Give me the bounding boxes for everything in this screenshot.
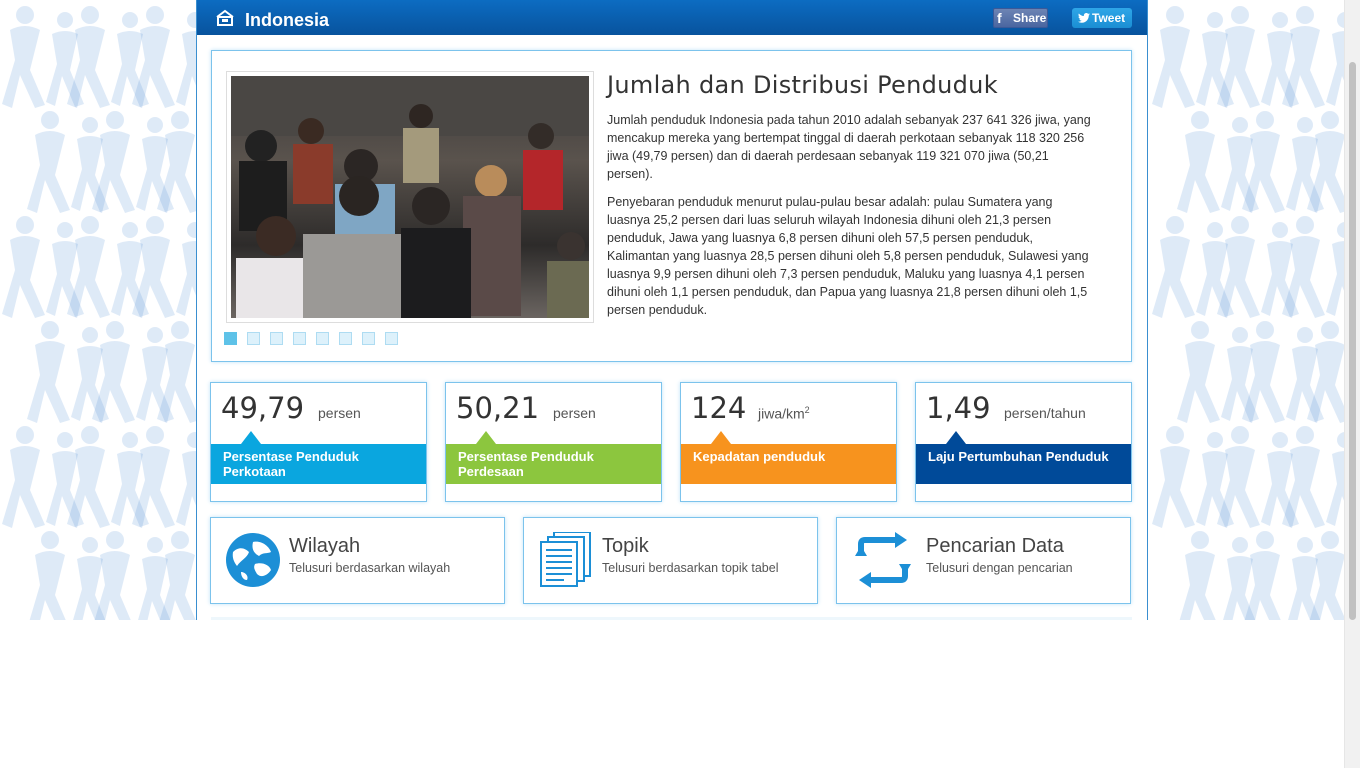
stat-label: Persentase Penduduk Perkotaan: [211, 444, 426, 484]
stat-card-density[interactable]: 124 jiwa/km2 Kepadatan penduduk: [680, 382, 897, 502]
stat-label: Laju Pertumbuhan Penduduk: [916, 444, 1131, 484]
people-watermark-icon: [1280, 210, 1345, 320]
feature-slide: Jumlah dan Distribusi Penduduk Jumlah pe…: [211, 50, 1132, 362]
nav-subtitle: Telusuri berdasarkan topik tabel: [602, 561, 779, 575]
section-divider: [211, 617, 1132, 620]
stat-unit-sup: 2: [804, 405, 810, 415]
slide-dot[interactable]: [270, 332, 283, 345]
slide-dot[interactable]: [247, 332, 260, 345]
slide-dot[interactable]: [293, 332, 306, 345]
people-watermark-icon: [1305, 105, 1345, 215]
slide-dot[interactable]: [224, 332, 237, 345]
refresh-arrows-icon: [851, 532, 911, 588]
nav-title: Pencarian Data: [926, 535, 1064, 557]
facebook-share-button[interactable]: f Share: [993, 8, 1048, 28]
scrollbar-thumb[interactable]: [1349, 62, 1356, 620]
stat-unit: persen/tahun: [1004, 405, 1086, 421]
stat-value: 49,79: [221, 391, 305, 425]
twitter-bird-icon: [1078, 13, 1090, 23]
stat-label: Kepadatan penduduk: [681, 444, 896, 484]
top-bar: Indonesia f Share Tweet: [197, 0, 1147, 35]
people-watermark-icon: [1305, 525, 1345, 620]
slide-pager: [224, 332, 398, 345]
vertical-scrollbar[interactable]: [1344, 0, 1360, 768]
slide-dot[interactable]: [339, 332, 352, 345]
globe-icon: [225, 532, 281, 588]
pointer-arrow-icon: [241, 431, 261, 444]
nav-subtitle: Telusuri berdasarkan wilayah: [289, 561, 451, 575]
stat-unit: persen: [318, 405, 361, 421]
pointer-arrow-icon: [476, 431, 496, 444]
nav-card-topik[interactable]: Topik Telusuri berdasarkan topik tabel: [523, 517, 818, 604]
share-label: Share: [1013, 11, 1047, 25]
pointer-arrow-icon: [711, 431, 731, 444]
pointer-arrow-icon: [946, 431, 966, 444]
slide-dot[interactable]: [316, 332, 329, 345]
stat-unit-text: jiwa/km: [758, 405, 805, 422]
stat-value: 50,21: [456, 391, 540, 425]
slide-dot[interactable]: [362, 332, 375, 345]
nav-card-wilayah[interactable]: Wilayah Telusuri berdasarkan wilayah: [210, 517, 505, 604]
home-building-icon: [215, 9, 235, 32]
stat-label: Persentase Penduduk Perdesaan: [446, 444, 661, 484]
facebook-icon: f: [997, 10, 1002, 26]
feature-title: Jumlah dan Distribusi Penduduk: [607, 71, 998, 99]
feature-paragraph-2: Penyebaran penduduk menurut pulau-pulau …: [607, 195, 1089, 317]
people-watermark-icon: [1280, 420, 1345, 530]
nav-card-pencarian[interactable]: Pencarian Data Telusuri dengan pencarian: [836, 517, 1131, 604]
nav-subtitle: Telusuri dengan pencarian: [926, 561, 1073, 575]
stat-unit: persen: [553, 405, 596, 421]
people-watermark-icon: [1305, 315, 1345, 425]
main-container: Indonesia f Share Tweet Jumlah dan Distr…: [196, 0, 1148, 620]
feature-photo-frame: [226, 71, 594, 323]
brand-title: Indonesia: [245, 10, 330, 30]
slide-dot[interactable]: [385, 332, 398, 345]
crowd-photo: [231, 76, 589, 318]
stat-card-rural[interactable]: 50,21 persen Persentase Penduduk Perdesa…: [445, 382, 662, 502]
nav-title: Wilayah: [289, 535, 361, 557]
stat-card-growth[interactable]: 1,49 persen/tahun Laju Pertumbuhan Pendu…: [915, 382, 1132, 502]
tweet-label: Tweet: [1092, 11, 1126, 25]
feature-paragraph-1: Jumlah penduduk Indonesia pada tahun 201…: [607, 113, 1091, 181]
stat-card-urban[interactable]: 49,79 persen Persentase Penduduk Perkota…: [210, 382, 427, 502]
stat-value: 124: [691, 391, 747, 425]
tweet-button[interactable]: Tweet: [1072, 8, 1132, 28]
nav-title: Topik: [602, 535, 649, 557]
stat-unit: jiwa/km2: [758, 405, 810, 422]
documents-icon: [538, 531, 594, 588]
stat-value: 1,49: [926, 391, 991, 425]
people-watermark-icon: [1280, 0, 1345, 110]
